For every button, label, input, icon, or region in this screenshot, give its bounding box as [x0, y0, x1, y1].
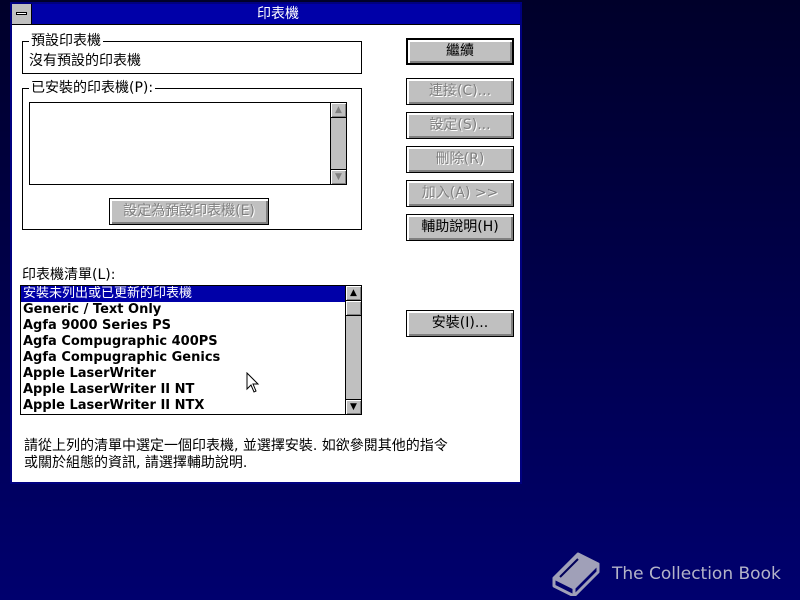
- continue-button[interactable]: 繼續: [406, 38, 514, 65]
- instructions-line-2: 或關於組態的資訊, 請選擇輔助說明.: [24, 455, 248, 471]
- arrow-up-icon[interactable]: ▲: [346, 286, 361, 301]
- system-menu-icon[interactable]: [12, 4, 32, 24]
- arrow-down-icon[interactable]: ▼: [331, 169, 346, 184]
- list-item[interactable]: Apple LaserWriter: [21, 366, 345, 382]
- list-item[interactable]: 安裝未列出或已更新的印表機: [21, 286, 345, 302]
- remove-button[interactable]: 刪除(R): [406, 146, 514, 173]
- window-title: 印表機: [257, 6, 299, 22]
- printer-list-scrollbar[interactable]: ▲ ▼: [345, 286, 361, 414]
- list-item[interactable]: Agfa 9000 Series PS: [21, 318, 345, 334]
- setup-button[interactable]: 設定(S)...: [406, 112, 514, 139]
- default-printer-label: 預設印表機: [29, 33, 103, 49]
- scroll-thumb[interactable]: [346, 301, 361, 316]
- default-printer-group: 預設印表機 沒有預設的印表機: [22, 33, 362, 74]
- add-button[interactable]: 加入(A) >>: [406, 180, 514, 207]
- title-bar[interactable]: 印表機: [12, 4, 520, 25]
- installed-list-scrollbar[interactable]: ▲ ▼: [330, 103, 346, 184]
- connect-button[interactable]: 連接(C)...: [406, 78, 514, 105]
- mouse-pointer-icon: [246, 372, 260, 393]
- instructions-line-1: 請從上列的清單中選定一個印表機, 並選擇安裝. 如欲參閱其他的指令: [24, 438, 448, 454]
- list-item[interactable]: Agfa Compugraphic Genics: [21, 350, 345, 366]
- installed-printers-group: 已安裝的印表機(P): ▲ ▼ 設定為預設印表機(E): [22, 80, 362, 230]
- book-icon: [552, 552, 600, 596]
- installed-printers-list[interactable]: ▲ ▼: [29, 102, 347, 185]
- help-button[interactable]: 輔助說明(H): [406, 214, 514, 241]
- installed-printers-label: 已安裝的印表機(P):: [29, 80, 156, 96]
- instructions-text: 請從上列的清單中選定一個印表機, 並選擇安裝. 如欲參閱其他的指令 或關於組態的…: [24, 438, 514, 472]
- set-default-printer-button[interactable]: 設定為預設印表機(E): [109, 198, 269, 225]
- watermark-text: The Collection Book: [612, 564, 781, 584]
- list-item[interactable]: Generic / Text Only: [21, 302, 345, 318]
- arrow-up-icon[interactable]: ▲: [331, 103, 346, 118]
- printer-list-label: 印表機清單(L):: [22, 267, 116, 283]
- watermark: The Collection Book: [548, 548, 788, 598]
- install-button[interactable]: 安裝(I)...: [406, 310, 514, 337]
- default-printer-value: 沒有預設的印表機: [29, 53, 141, 69]
- list-item[interactable]: Apple LaserWriter II NTX: [21, 398, 345, 414]
- list-item[interactable]: Apple LaserWriter II NT: [21, 382, 345, 398]
- printers-dialog: 印表機 預設印表機 沒有預設的印表機 已安裝的印表機(P): ▲ ▼ 設定為預設…: [10, 2, 522, 484]
- list-item[interactable]: Agfa Compugraphic 400PS: [21, 334, 345, 350]
- arrow-down-icon[interactable]: ▼: [346, 399, 361, 414]
- printer-list[interactable]: 安裝未列出或已更新的印表機 Generic / Text Only Agfa 900…: [20, 285, 362, 415]
